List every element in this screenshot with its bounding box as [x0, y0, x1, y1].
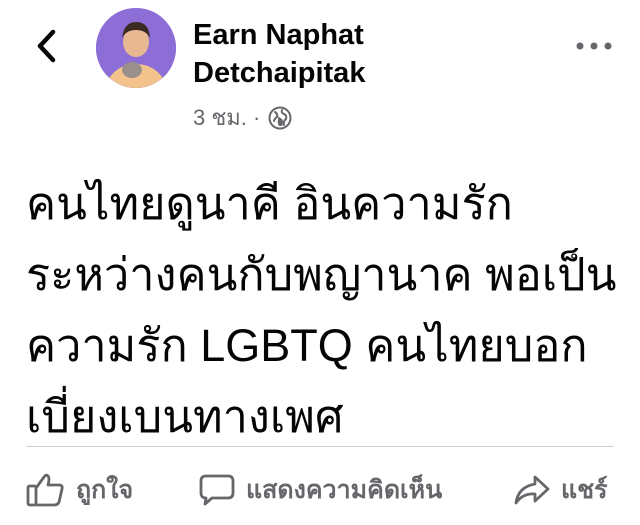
like-icon	[26, 473, 64, 507]
share-button[interactable]: แชร์	[513, 470, 608, 510]
chevron-left-icon	[37, 29, 56, 63]
globe-icon	[268, 106, 292, 129]
post-meta: 3 ชม. ·	[193, 100, 292, 135]
divider	[26, 446, 614, 447]
comment-label: แสดงความคิดเห็น	[246, 476, 443, 504]
post-text: คนไทยดูนาคี อินความรัก ระหว่างคนกับพญานา…	[26, 178, 617, 442]
author-name[interactable]: Earn Naphat Detchaipitak	[193, 16, 493, 92]
timestamp[interactable]: 3 ชม. ·	[193, 100, 260, 135]
share-icon	[514, 475, 550, 505]
share-label: แชร์	[561, 476, 608, 504]
comment-button[interactable]: แสดงความคิดเห็น	[198, 470, 442, 510]
like-label: ถูกใจ	[76, 476, 134, 504]
profile-photo	[96, 8, 176, 88]
more-options-button[interactable]	[574, 34, 614, 58]
avatar[interactable]	[96, 8, 176, 88]
more-horizontal-icon	[576, 42, 612, 50]
back-button[interactable]	[26, 24, 66, 68]
comment-icon	[199, 474, 235, 506]
like-button[interactable]: ถูกใจ	[26, 470, 133, 510]
action-bar: ถูกใจ แสดงความคิดเห็น แชร์	[0, 462, 640, 518]
